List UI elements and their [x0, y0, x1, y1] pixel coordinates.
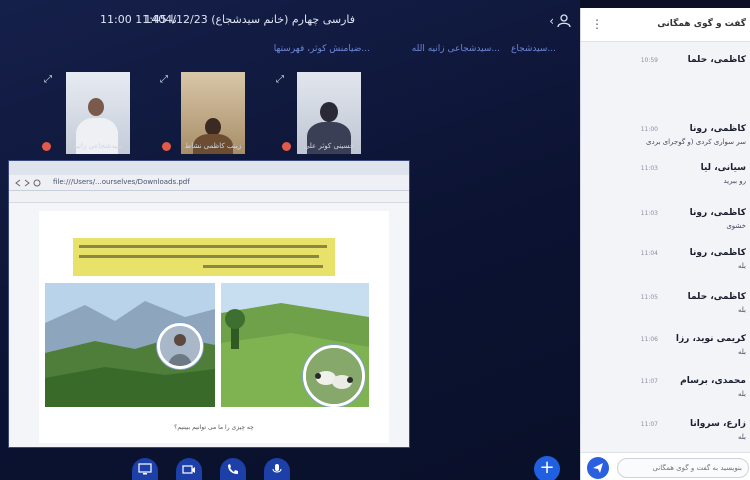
expand-icon[interactable]: ⤢: [276, 74, 284, 85]
chat-sender-name: کاظمی، حلما: [687, 292, 746, 302]
screen-share-icon: [138, 463, 152, 475]
meeting-stage: 11:00 تا 11:45 فارسی چهارم (خانم سیدشجاع…: [0, 0, 580, 480]
browser-address-bar: file:///Users/...ourselves/Downloads.pdf: [9, 175, 409, 191]
chat-message: کاظمی، رونا 11:04 بله: [586, 248, 746, 278]
chat-message: محمدی، برسام 11:07 بله: [586, 376, 746, 406]
figure-caption: چه چیزی را ما می توانیم ببینیم؟: [174, 424, 254, 431]
presenter-link[interactable]: سیدشجاع...: [511, 44, 556, 54]
chat-message: کاظمی، رونا 11:00 سر سواری کردی (و گوجرای …: [586, 124, 746, 154]
highlighted-text: [73, 238, 335, 276]
text-line: [203, 265, 323, 268]
participant-head: [88, 98, 104, 116]
chat-timestamp: 11:03: [640, 165, 658, 172]
chat-message-text: رو ببرید: [723, 177, 746, 185]
hiker-inset: [157, 323, 203, 369]
presenter-link[interactable]: ضیامنش کوثر، فهرستها...: [274, 44, 370, 54]
chat-timestamp: 11:06: [640, 336, 658, 343]
chat-message-text: سر سواری کردی (و گوجرای بردی: [645, 138, 746, 146]
phone-icon: [228, 464, 238, 474]
browser-tab-bar: [9, 161, 409, 175]
chat-sender-name: محمدی، برسام: [680, 376, 746, 386]
more-options-icon[interactable]: ⋮: [591, 17, 603, 31]
user-icon[interactable]: [556, 14, 572, 28]
chat-message-text: بله: [737, 348, 746, 356]
chat-message: سیانی، لیا 11:03 رو ببرید: [586, 163, 746, 193]
chat-message-text: بله: [737, 306, 746, 314]
microphone-button[interactable]: [264, 458, 290, 480]
chat-timestamp: 10:59: [640, 57, 658, 64]
chat-sender-name: کاظمی، رونا: [689, 208, 746, 218]
chat-sender-name: کاظمی، حلما: [687, 55, 746, 65]
chat-timestamp: 11:00: [640, 126, 658, 133]
pdf-toolbar: [9, 191, 409, 203]
chat-sender-name: زارع، سروانا: [689, 419, 746, 429]
chat-sender-name: سیانی، لیا: [700, 163, 746, 173]
add-button[interactable]: +: [534, 456, 560, 480]
camera-button[interactable]: [176, 458, 202, 480]
chat-message-text: بله: [737, 390, 746, 398]
chat-timestamp: 11:07: [640, 421, 658, 428]
url-text: file:///Users/...ourselves/Downloads.pdf: [53, 178, 190, 186]
chat-sender-name: کاظمی، رونا: [689, 248, 746, 258]
presenter-link[interactable]: سیدشجاعی زانیه الله...: [412, 44, 500, 54]
participant-name: سیدشجاعی زانیه: [73, 142, 123, 150]
mountain-photo: [45, 283, 215, 407]
participant-name: حسینی کوثر علی: [303, 142, 355, 150]
camera-icon: [182, 465, 195, 474]
chat-message: کریمی نوید، رزا 11:06 بله: [586, 334, 746, 364]
mic-muted-icon: [42, 142, 51, 151]
browser-nav-icon: [15, 179, 41, 187]
microphone-icon: [272, 464, 282, 473]
pdf-page: چه چیزی را ما می توانیم ببینیم؟: [39, 211, 389, 443]
chat-timestamp: 11:03: [640, 210, 658, 217]
chat-message: کاظمی، رونا 11:03 خشوی: [586, 208, 746, 238]
chat-message: زارع، سروانا 11:07 بله: [586, 419, 746, 449]
chevron-left-icon[interactable]: ‹: [549, 14, 554, 28]
expand-icon[interactable]: ⤢: [44, 74, 52, 85]
class-title: فارسی چهارم (خانم سیدشجاع) 1404/12/23: [144, 13, 355, 26]
participant-name: زینب کاظمی نشاط: [184, 142, 242, 150]
chat-panel: ⋮ گفت و گوی همگانی کاظمی، حلما 10:59 کاظمی…: [580, 8, 750, 480]
chat-timestamp: 11:04: [640, 250, 658, 257]
chat-message-text: خشوی: [726, 222, 746, 230]
text-line: [79, 245, 327, 248]
sheep-inset: [303, 345, 365, 407]
participant-head: [320, 102, 338, 122]
send-button[interactable]: [587, 457, 609, 479]
chat-header: ⋮ گفت و گوی همگانی: [581, 8, 750, 42]
chat-message-text: بله: [737, 433, 746, 441]
chat-input[interactable]: [617, 458, 749, 478]
chat-message: کاظمی، حلما 11:05 بله: [586, 292, 746, 322]
presenter-list: ضیامنش کوثر، فهرستها... سیدشجاعی زانیه ا…: [200, 44, 560, 60]
expand-icon[interactable]: ⤢: [160, 74, 168, 85]
phone-button[interactable]: [220, 458, 246, 480]
chat-message: کاظمی، حلما 10:59: [586, 55, 746, 85]
screen-share-button[interactable]: [132, 458, 158, 480]
meadow-photo: [221, 283, 369, 407]
chat-input-bar: [581, 452, 750, 480]
chat-timestamp: 11:05: [640, 294, 658, 301]
chat-sender-name: کریمی نوید، رزا: [675, 334, 746, 344]
send-icon: [593, 463, 603, 473]
mic-muted-icon: [162, 142, 171, 151]
meeting-window: 11:00 تا 11:45 فارسی چهارم (خانم سیدشجاع…: [0, 0, 750, 480]
chat-sender-name: کاظمی، رونا: [689, 124, 746, 134]
top-bar: 11:00 تا 11:45 فارسی چهارم (خانم سیدشجاع…: [0, 0, 580, 40]
text-line: [79, 255, 319, 258]
chat-title: گفت و گوی همگانی: [657, 19, 746, 29]
shared-screen[interactable]: file:///Users/...ourselves/Downloads.pdf: [8, 160, 410, 448]
chat-message-text: بله: [737, 262, 746, 270]
chat-timestamp: 11:07: [640, 378, 658, 385]
